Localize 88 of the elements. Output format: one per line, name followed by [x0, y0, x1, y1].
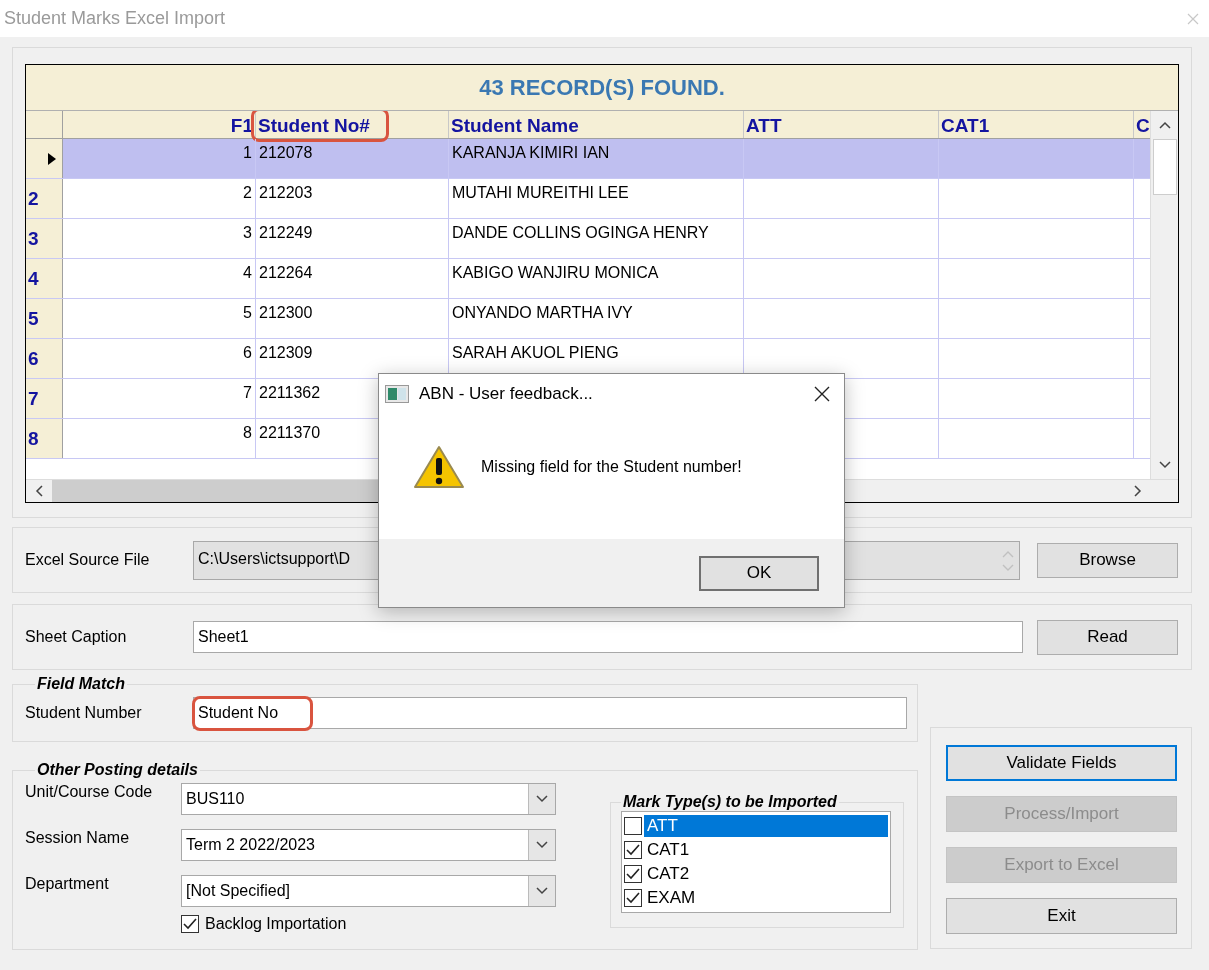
input-field[interactable]: Student No: [193, 697, 907, 729]
field-label: Sheet Caption: [25, 628, 128, 646]
checkbox[interactable]: [624, 865, 642, 883]
table-cell-text: KARANJA KIMIRI IAN: [451, 143, 611, 163]
record-count: 43 RECORD(S) FOUND.: [479, 74, 725, 101]
list-item[interactable]: CAT2: [644, 863, 696, 885]
field-label: Session Name: [25, 829, 131, 847]
row-header[interactable]: 8: [26, 419, 63, 458]
table-cell-text: 212309: [258, 343, 314, 363]
group-title: Other Posting details: [36, 761, 199, 779]
table-cell-text: 212078: [258, 143, 314, 163]
table-cell-text: 212203: [258, 183, 314, 203]
input-field[interactable]: Sheet1: [193, 621, 1023, 653]
field-label: Student Number: [25, 704, 143, 722]
table-cell-text: 3: [242, 223, 253, 243]
list-item[interactable]: ATT: [644, 815, 888, 837]
dropdown-button[interactable]: [528, 830, 555, 860]
checkmark-icon: [183, 918, 197, 930]
group-title: Field Match: [36, 675, 126, 693]
dropdown-button[interactable]: [528, 784, 555, 814]
warning-icon: [413, 444, 465, 489]
scroll-up-icon[interactable]: [1158, 121, 1171, 129]
checkbox[interactable]: [624, 817, 642, 835]
table-cell-text: 2: [242, 183, 253, 203]
field-label: Unit/Course Code: [25, 783, 154, 801]
row-header[interactable]: [26, 139, 63, 178]
table-cell-text: 4: [242, 263, 253, 283]
field-label: Department: [25, 875, 110, 893]
close-icon[interactable]: [814, 386, 830, 402]
scroll-down-icon[interactable]: [1158, 461, 1171, 469]
row-header[interactable]: 6: [26, 339, 63, 378]
dialog-title: ABN - User feedback...: [419, 384, 594, 404]
table-cell-text: 212300: [258, 303, 314, 323]
table-cell-text: 1: [242, 143, 253, 163]
checkbox[interactable]: [624, 889, 642, 907]
column-header[interactable]: F1: [228, 114, 255, 138]
row-header[interactable]: 7: [26, 379, 63, 418]
checkbox-label[interactable]: Backlog Importation: [205, 915, 347, 933]
checkmark-icon: [626, 844, 640, 856]
row-header[interactable]: 3: [26, 219, 63, 258]
column-header[interactable]: ATT: [744, 114, 784, 138]
scroll-right-icon[interactable]: [1134, 485, 1142, 497]
table-cell-text: DANDE COLLINS OGINGA HENRY: [451, 223, 710, 243]
table-cell-text: 8: [242, 423, 253, 443]
table-cell-text: 7: [242, 383, 253, 403]
table-cell-text: 2211362: [258, 383, 322, 403]
table-cell-text: 6: [242, 343, 253, 363]
column-header[interactable]: Student Name: [449, 114, 581, 138]
dialog-message: Missing field for the Student number!: [481, 457, 742, 476]
table-cell-text: ONYANDO MARTHA IVY: [451, 303, 634, 323]
chevron-down-icon: [536, 795, 548, 803]
table-cell-text: MUTAHI MUREITHI LEE: [451, 183, 630, 203]
dropdown-field[interactable]: BUS110: [181, 783, 556, 815]
field-label: Excel Source File: [25, 551, 151, 569]
checkmark-icon: [626, 868, 640, 880]
row-header[interactable]: 2: [26, 179, 63, 218]
app-icon: [385, 385, 409, 403]
action-button[interactable]: Exit: [946, 898, 1177, 934]
checkbox[interactable]: [624, 841, 642, 859]
column-header[interactable]: C: [1134, 114, 1150, 138]
table-cell-text: KABIGO WANJIRU MONICA: [451, 263, 660, 283]
group-title: Mark Type(s) to be Imported: [622, 793, 838, 811]
table-row[interactable]: 1 212078 KARANJA KIMIRI IAN: [26, 139, 1150, 179]
action-button[interactable]: Validate Fields: [946, 745, 1177, 781]
dropdown-field[interactable]: Term 2 2022/2023: [181, 829, 556, 861]
column-header[interactable]: Student No#: [256, 114, 372, 138]
scroll-left-icon[interactable]: [35, 485, 43, 497]
ok-button[interactable]: OK: [699, 555, 819, 591]
column-header[interactable]: CAT1: [939, 114, 992, 138]
dropdown-button[interactable]: [528, 876, 555, 906]
list-item[interactable]: CAT1: [644, 839, 696, 861]
window-title: Student Marks Excel Import: [4, 8, 226, 29]
table-cell-text: 5: [242, 303, 253, 323]
dropdown-field[interactable]: [Not Specified]: [181, 875, 556, 907]
scroll-thumb[interactable]: [1152, 139, 1177, 195]
chevron-down-icon: [536, 841, 548, 849]
list-item[interactable]: EXAM: [644, 887, 702, 909]
read-button[interactable]: Read: [1037, 619, 1178, 655]
checkbox[interactable]: [181, 915, 199, 933]
checkmark-icon: [626, 892, 640, 904]
row-header[interactable]: 4: [26, 259, 63, 298]
chevron-down-icon: [536, 887, 548, 895]
table-cell-text: SARAH AKUOL PIENG: [451, 343, 620, 363]
table-cell-text: 212264: [258, 263, 314, 283]
row-header[interactable]: 5: [26, 299, 63, 338]
vertical-scrollbar[interactable]: [1150, 111, 1178, 479]
table-cell-text: 2211370: [258, 423, 322, 443]
table-cell-text: 212249: [258, 223, 314, 243]
